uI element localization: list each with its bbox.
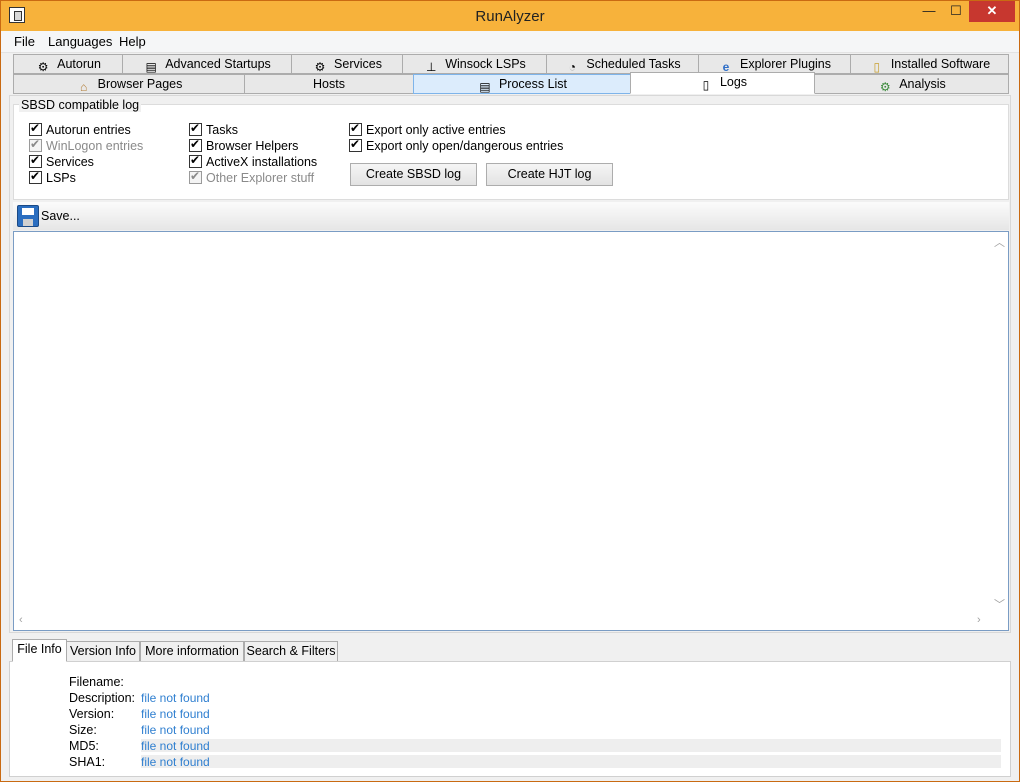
scroll-left-icon[interactable]: ‹ [19,614,23,626]
menu-help[interactable]: Help [119,34,146,49]
log-output-textarea[interactable] [13,231,1009,631]
window-title: RunAlyzer [475,8,545,25]
tab-analysis[interactable]: ⚙ Analysis [814,74,1009,94]
create-sbsd-log-button[interactable]: Create SBSD log [350,163,477,186]
installed-software-icon: ▯ [873,60,881,74]
process-list-icon: ▤ [479,80,491,94]
md5-row-stripe [141,739,1001,752]
checkbox-other-explorer-stuff: Other Explorer stuff [189,169,314,185]
checkbox-autorun-entries[interactable]: Autorun entries [29,121,131,137]
floppy-disk-icon[interactable] [17,205,39,227]
sha1-row-stripe [141,755,1001,768]
tab-explorer-plugins[interactable]: e Explorer Plugins [698,54,851,74]
tab-winsock-lsps[interactable]: ⊥ Winsock LSPs [402,54,547,74]
tab-more-information[interactable]: More information [140,641,244,662]
description-label: Description: [69,691,135,705]
maximize-button[interactable]: ☐ [943,1,969,22]
checkbox-activex-installations[interactable]: ActiveX installations [189,153,317,169]
create-hjt-log-button[interactable]: Create HJT log [486,163,613,186]
checkbox-tasks[interactable]: Tasks [189,121,238,137]
checkbox-services[interactable]: Services [29,153,94,169]
sha1-value: file not found [141,755,210,769]
tab-process-list[interactable]: ▤ Process List [413,74,631,94]
checkbox-winlogon-entries: WinLogon entries [29,137,143,153]
vertical-scrollbar[interactable]: ︿ ﹀ [990,232,1008,614]
size-value: file not found [141,723,210,737]
autorun-icon: ⚙ [37,60,49,74]
tab-version-info[interactable]: Version Info [66,641,140,662]
tab-autorun[interactable]: ⚙ Autorun [13,54,123,74]
advanced-startups-icon: ▤ [145,60,157,74]
tab-logs[interactable]: ▯ Logs [630,72,815,94]
scroll-down-icon[interactable]: ﹀ [994,596,1005,612]
tab-file-info[interactable]: File Info [12,639,67,662]
tab-browser-pages[interactable]: ⌂ Browser Pages [13,74,245,94]
sbsd-group-title: SBSD compatible log [19,98,142,112]
version-label: Version: [69,707,115,721]
services-icon: ⚙ [314,60,326,74]
checkbox-export-active-only[interactable]: Export only active entries [349,121,506,137]
browser-pages-icon: ⌂ [79,80,88,94]
close-button[interactable]: ✕ [969,1,1015,22]
md5-label: MD5: [69,739,99,753]
description-value: file not found [141,691,210,705]
logs-icon: ▯ [702,78,710,92]
menu-bar: File Languages Help [1,31,1019,53]
title-bar[interactable]: RunAlyzer — ☐ ✕ [1,1,1019,31]
minimize-button[interactable]: — [915,1,943,22]
filename-label: Filename: [69,675,124,689]
save-toolbar [13,202,1009,230]
menu-file[interactable]: File [14,34,35,49]
scroll-up-icon[interactable]: ︿ [994,234,1005,250]
tab-scheduled-tasks[interactable]: ◔ Scheduled Tasks [546,54,699,74]
version-value: file not found [141,707,210,721]
md5-value: file not found [141,739,210,753]
checkbox-browser-helpers[interactable]: Browser Helpers [189,137,298,153]
tab-hosts[interactable]: Hosts [244,74,414,94]
winsock-icon: ⊥ [425,60,437,74]
tab-search-filters[interactable]: Search & Filters [244,641,338,662]
scroll-right-icon[interactable]: › [977,614,981,626]
checkbox-lsps[interactable]: LSPs [29,169,76,185]
tab-services[interactable]: ⚙ Services [291,54,403,74]
checkbox-export-open-dangerous[interactable]: Export only open/dangerous entries [349,137,563,153]
horizontal-scrollbar[interactable]: ‹ › [14,613,990,630]
menu-languages[interactable]: Languages [48,34,112,49]
size-label: Size: [69,723,97,737]
tab-installed-software[interactable]: ▯ Installed Software [850,54,1009,74]
app-window: RunAlyzer — ☐ ✕ File Languages Help ⚙ Aut… [0,0,1020,782]
analysis-icon: ⚙ [879,80,891,94]
sha1-label: SHA1: [69,755,106,769]
save-button[interactable]: Save... [41,209,80,223]
tab-advanced-startups[interactable]: ▤ Advanced Startups [122,54,292,74]
scheduled-tasks-icon: ◔ [568,60,576,74]
